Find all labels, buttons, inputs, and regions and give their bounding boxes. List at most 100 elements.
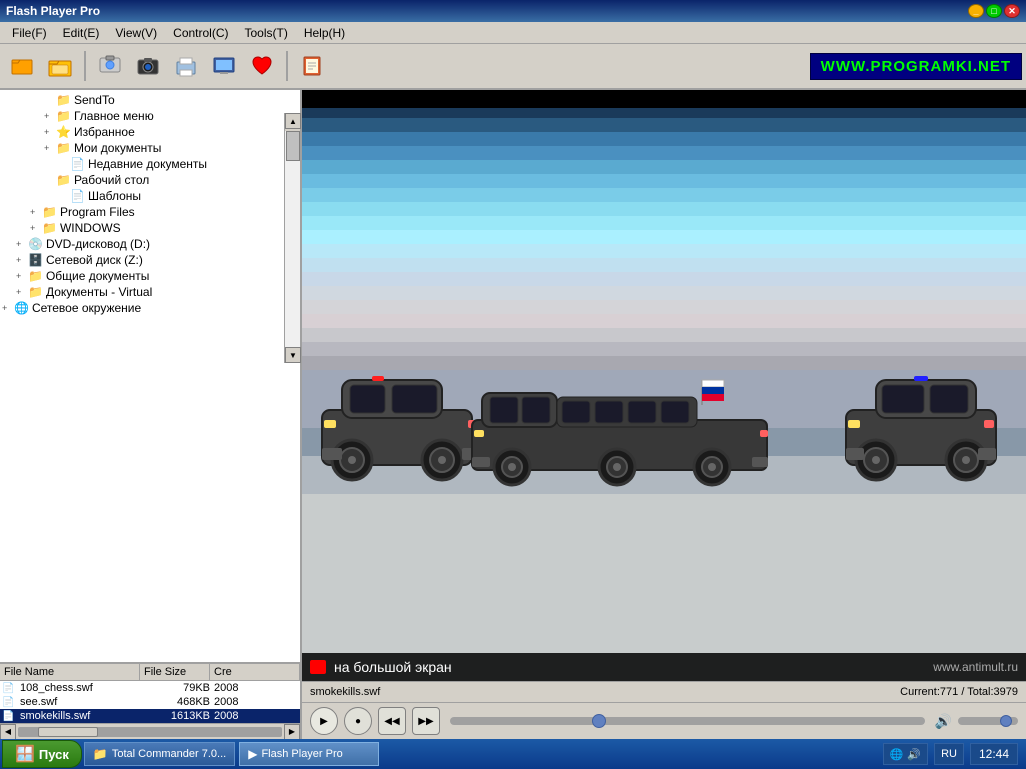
tree-item[interactable]: 📄Недавние документы xyxy=(2,156,298,172)
scroll-left-arrow[interactable]: ◀ xyxy=(0,724,16,740)
scroll-right-arrow[interactable]: ▶ xyxy=(284,724,300,740)
tree-item[interactable]: +📁Главное меню xyxy=(2,108,298,124)
totalcmd-icon: 📁 xyxy=(93,747,108,761)
sky-stripe-5 xyxy=(302,160,1026,174)
tree-item[interactable]: +💿DVD-дисковод (D:) xyxy=(2,236,298,252)
maximize-button[interactable]: □ xyxy=(986,4,1002,18)
menu-edit[interactable]: Edit(E) xyxy=(55,24,108,42)
taskbar-window-totalcmd[interactable]: 📁 Total Commander 7.0... xyxy=(84,742,235,766)
sky-stripe-12 xyxy=(302,258,1026,272)
file-row[interactable]: 📄 smokekills.swf 1613KB 2008 xyxy=(0,709,300,723)
tree-expand-icon: + xyxy=(2,303,14,313)
flashplayer-icon: ▶ xyxy=(248,747,257,761)
tree-item-label: Документы - Virtual xyxy=(46,285,152,299)
col-created[interactable]: Cre xyxy=(210,664,300,680)
tree-item-label: Главное меню xyxy=(74,109,154,123)
tree-item[interactable]: +🌐Сетевое окружение xyxy=(2,300,298,316)
tree-folder-icon: 📁 xyxy=(56,173,71,187)
left-scrollbar[interactable]: ◀ ▶ xyxy=(0,723,300,739)
file-swf-icon: 📄 xyxy=(2,683,18,694)
tray-icon-network: 🌐 xyxy=(890,748,904,761)
toolbar-heart-btn[interactable] xyxy=(244,48,280,84)
tree-item[interactable]: +📁Документы - Virtual xyxy=(2,284,298,300)
volume-track[interactable] xyxy=(958,717,1018,725)
file-row[interactable]: 📄 108_chess.swf 79KB 2008 xyxy=(0,681,300,695)
toolbar-print-btn[interactable] xyxy=(168,48,204,84)
file-list-header: File Name File Size Cre xyxy=(0,664,300,681)
play-button[interactable]: ▶ xyxy=(310,707,338,735)
volume-thumb[interactable] xyxy=(1000,715,1012,727)
language-indicator[interactable]: RU xyxy=(934,743,964,765)
toolbar: WWW.PROGRAMKI.NET xyxy=(0,44,1026,90)
start-button[interactable]: 🪟 Пуск xyxy=(2,740,82,768)
tree-folder-icon: 📁 xyxy=(28,269,43,283)
prev-button[interactable]: ◀◀ xyxy=(378,707,406,735)
system-tray: 🌐 🔊 xyxy=(883,743,928,765)
scroll-up-arrow[interactable]: ▲ xyxy=(285,113,301,129)
tree-item-label: Шаблоны xyxy=(88,189,141,203)
menu-file[interactable]: File(F) xyxy=(4,24,55,42)
toolbar-folder-btn[interactable] xyxy=(42,48,78,84)
col-filesize[interactable]: File Size xyxy=(140,664,210,680)
app-title: Flash Player Pro xyxy=(6,4,968,18)
minimize-button[interactable]: _ xyxy=(968,4,984,18)
stop-button[interactable]: ● xyxy=(344,707,372,735)
toolbar-open-btn[interactable] xyxy=(4,48,40,84)
tree-item-label: Мои документы xyxy=(74,141,161,155)
tree-item[interactable]: +📁WINDOWS xyxy=(2,220,298,236)
tree-item-label: WINDOWS xyxy=(60,221,121,235)
menu-tools[interactable]: Tools(T) xyxy=(237,24,296,42)
menu-view[interactable]: View(V) xyxy=(107,24,165,42)
tree-item[interactable]: +📁Общие документы xyxy=(2,268,298,284)
tree-item[interactable]: 📁SendTo xyxy=(2,92,298,108)
file-size: 1613KB xyxy=(144,710,214,722)
file-name: 108_chess.swf xyxy=(20,682,144,694)
tree-item-label: Сетевой диск (Z:) xyxy=(46,253,143,267)
toolbar-camera-btn[interactable] xyxy=(130,48,166,84)
status-filename: smokekills.swf xyxy=(310,686,900,698)
toolbar-capture-btn[interactable] xyxy=(92,48,128,84)
sky-stripe-17 xyxy=(302,328,1026,342)
status-position: Current:771 / Total:3979 xyxy=(900,686,1018,698)
tree-item[interactable]: 📄Шаблоны xyxy=(2,188,298,204)
toolbar-book-btn[interactable] xyxy=(294,48,330,84)
sky-stripe-11 xyxy=(302,244,1026,258)
tree-item-label: Избранное xyxy=(74,125,135,139)
scroll-track[interactable] xyxy=(285,131,300,349)
progress-track[interactable] xyxy=(450,717,925,725)
sky-stripe-14 xyxy=(302,286,1026,300)
sky-stripe-1 xyxy=(302,108,1026,118)
toolbar-screen-btn[interactable] xyxy=(206,48,242,84)
h-scroll-track[interactable] xyxy=(18,727,282,737)
tree-folder-icon: 📁 xyxy=(56,93,71,107)
tree-item[interactable]: +⭐Избранное xyxy=(2,124,298,140)
tree-item-label: SendTo xyxy=(74,93,115,107)
totalcmd-label: Total Commander 7.0... xyxy=(112,748,226,760)
h-scroll-thumb[interactable] xyxy=(38,727,98,737)
sky-stripe-9 xyxy=(302,216,1026,230)
menu-control[interactable]: Control(C) xyxy=(165,24,236,42)
tree-item[interactable]: 📁Рабочий стол xyxy=(2,172,298,188)
scroll-thumb[interactable] xyxy=(286,131,300,161)
menu-help[interactable]: Help(H) xyxy=(296,24,353,42)
progress-thumb[interactable] xyxy=(592,714,606,728)
tree-item[interactable]: +📁Program Files xyxy=(2,204,298,220)
player-controls: ▶ ● ◀◀ ▶▶ 🔊 xyxy=(302,703,1026,739)
overlay-red-icon xyxy=(310,660,326,674)
col-filename[interactable]: File Name xyxy=(0,664,140,680)
sky-stripe-4 xyxy=(302,146,1026,160)
tree-folder-icon: 🌐 xyxy=(14,301,29,315)
tree-expand-icon: + xyxy=(44,111,56,121)
file-tree[interactable]: 📁SendTo+📁Главное меню+⭐Избранное+📁Мои до… xyxy=(0,90,300,662)
close-button[interactable]: ✕ xyxy=(1004,4,1020,18)
tree-item-label: Program Files xyxy=(60,205,135,219)
taskbar-window-flashplayer[interactable]: ▶ Flash Player Pro xyxy=(239,742,379,766)
tree-item[interactable]: +📁Мои документы xyxy=(2,140,298,156)
scroll-down-arrow[interactable]: ▼ xyxy=(285,347,301,363)
tree-expand-icon: + xyxy=(44,143,56,153)
tree-scrollbar[interactable]: ▲ ▼ xyxy=(284,113,300,363)
file-date: 2008 xyxy=(214,696,300,708)
tree-item[interactable]: +🗄️Сетевой диск (Z:) xyxy=(2,252,298,268)
file-row[interactable]: 📄 see.swf 468KB 2008 xyxy=(0,695,300,709)
next-button[interactable]: ▶▶ xyxy=(412,707,440,735)
